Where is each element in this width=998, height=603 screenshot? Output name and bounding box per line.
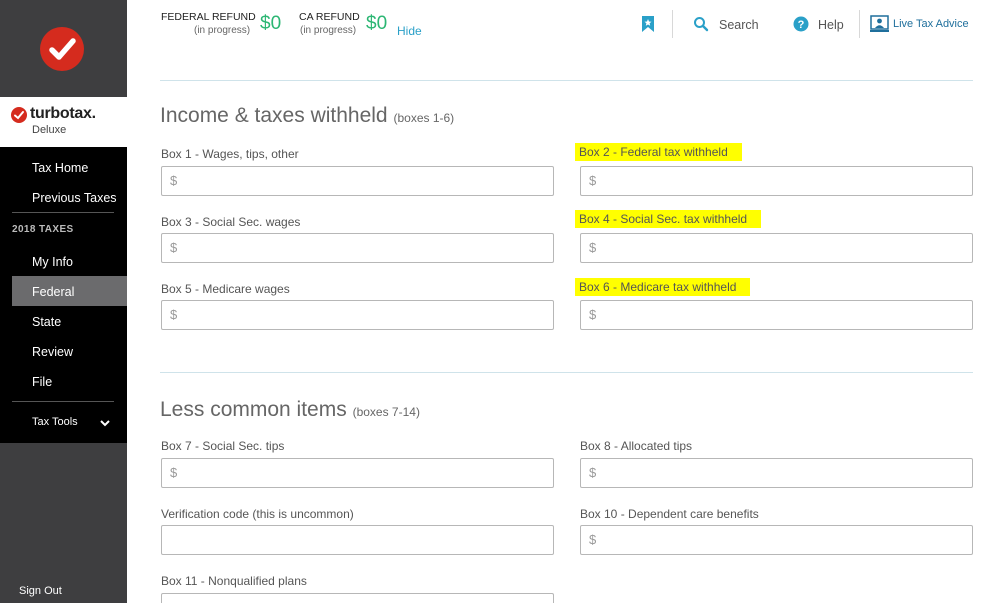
- header-separator: [859, 10, 860, 38]
- section-subtitle-less-common: (boxes 7-14): [352, 405, 420, 419]
- sidebar: turbotax. Deluxe Tax Home Previous Taxes…: [0, 0, 127, 603]
- search-icon[interactable]: [693, 16, 709, 37]
- box5-input[interactable]: $: [161, 300, 554, 330]
- box3-input[interactable]: $: [161, 233, 554, 263]
- section-title-income: Income & taxes withheld (boxes 1-6): [160, 104, 454, 128]
- sidebar-item-federal[interactable]: Federal: [32, 285, 74, 299]
- sidebar-item-file[interactable]: File: [32, 375, 52, 389]
- sign-out-link[interactable]: Sign Out: [19, 585, 62, 597]
- sidebar-item-my-info[interactable]: My Info: [32, 255, 73, 269]
- sidebar-item-previous-taxes[interactable]: Previous Taxes: [32, 191, 117, 205]
- header-divider: [160, 80, 973, 81]
- sidebar-item-review[interactable]: Review: [32, 345, 73, 359]
- box2-label: Box 2 - Federal tax withheld: [575, 143, 742, 161]
- live-tax-advice-button[interactable]: Live Tax Advice: [893, 18, 969, 30]
- checkmark-icon[interactable]: [40, 27, 84, 71]
- box8-label: Box 8 - Allocated tips: [580, 439, 693, 453]
- help-icon[interactable]: ?: [793, 16, 809, 37]
- verification-code-input[interactable]: [161, 525, 554, 555]
- sidebar-divider: [12, 212, 114, 213]
- sidebar-item-tax-home[interactable]: Tax Home: [32, 161, 88, 175]
- box7-input[interactable]: $: [161, 458, 554, 488]
- bookmark-icon[interactable]: [641, 15, 655, 38]
- box11-input[interactable]: [161, 593, 554, 603]
- chevron-down-icon[interactable]: [99, 416, 111, 434]
- brand-logo: turbotax. Deluxe: [0, 97, 127, 147]
- section-title-income-text: Income & taxes withheld: [160, 104, 388, 127]
- federal-refund-label: FEDERAL REFUND: [161, 11, 256, 23]
- box4-label: Box 4 - Social Sec. tax withheld: [575, 210, 762, 228]
- box6-input[interactable]: $: [580, 300, 973, 330]
- sidebar-item-tax-tools[interactable]: Tax Tools: [32, 416, 78, 428]
- federal-refund-status: (in progress): [194, 25, 251, 36]
- svg-text:?: ?: [798, 19, 805, 31]
- box2-label-text: Box 2 - Federal tax withheld: [575, 143, 742, 161]
- box8-input[interactable]: $: [580, 458, 973, 488]
- box4-input[interactable]: $: [580, 233, 973, 263]
- box4-label-text: Box 4 - Social Sec. tax withheld: [575, 210, 762, 228]
- box7-label: Box 7 - Social Sec. tips: [161, 439, 285, 453]
- verification-code-label: Verification code (this is uncommon): [161, 507, 354, 521]
- ca-refund-amount: $0: [366, 13, 388, 34]
- help-button[interactable]: Help: [818, 18, 844, 32]
- ca-refund-status: (in progress): [300, 25, 357, 36]
- sidebar-divider: [12, 401, 114, 402]
- section-title-less-common-text: Less common items: [160, 398, 347, 421]
- search-button[interactable]: Search: [719, 18, 759, 32]
- box1-input[interactable]: $: [161, 166, 554, 196]
- box2-input[interactable]: $: [580, 166, 973, 196]
- box10-label: Box 10 - Dependent care benefits: [580, 507, 759, 521]
- logo-area: [0, 0, 127, 97]
- brand-edition: Deluxe: [32, 124, 67, 136]
- box3-label: Box 3 - Social Sec. wages: [161, 215, 301, 229]
- box1-label: Box 1 - Wages, tips, other: [161, 147, 299, 161]
- ca-refund-label: CA REFUND: [299, 11, 360, 23]
- sidebar-item-state[interactable]: State: [32, 315, 61, 329]
- header-separator: [672, 10, 673, 38]
- sidebar-section-label: 2018 TAXES: [12, 224, 74, 235]
- section-divider: [160, 372, 973, 373]
- box6-label: Box 6 - Medicare tax withheld: [575, 278, 751, 296]
- box10-input[interactable]: $: [580, 525, 973, 555]
- box11-label: Box 11 - Nonqualified plans: [161, 574, 307, 588]
- section-subtitle-income: (boxes 1-6): [393, 111, 455, 125]
- section-title-less-common: Less common items (boxes 7-14): [160, 398, 420, 422]
- box6-label-text: Box 6 - Medicare tax withheld: [575, 278, 751, 296]
- hide-refund-link[interactable]: Hide: [397, 24, 422, 38]
- box5-label: Box 5 - Medicare wages: [161, 282, 290, 296]
- person-screen-icon[interactable]: [870, 15, 889, 37]
- federal-refund-amount: $0: [260, 13, 282, 34]
- brand-check-icon: [11, 107, 27, 123]
- brand-name: turbotax.: [30, 105, 96, 122]
